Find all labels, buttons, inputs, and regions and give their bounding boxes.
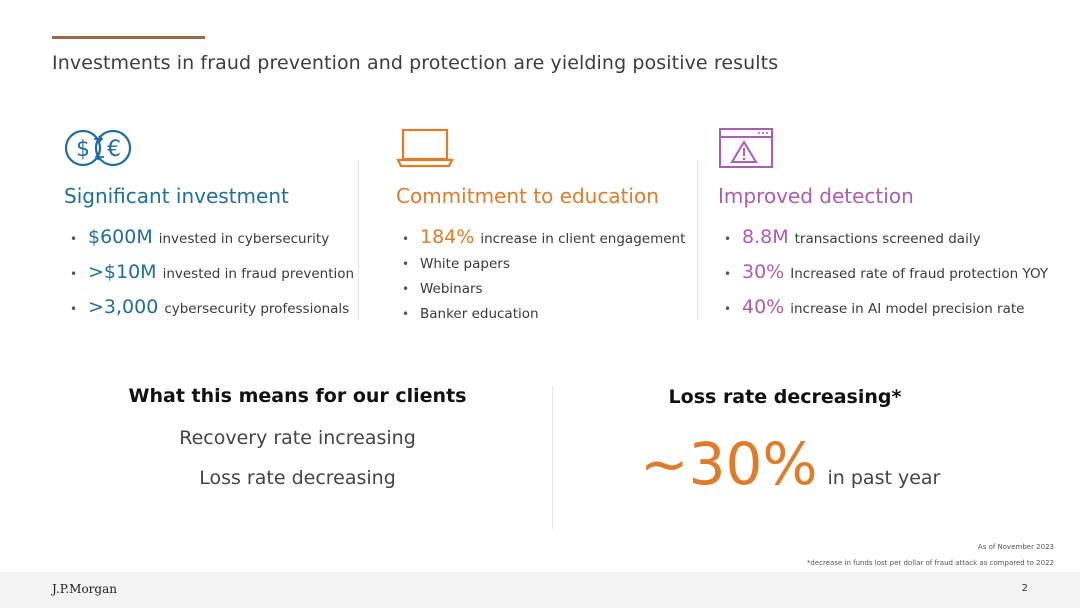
browser-warning-icon (718, 128, 790, 174)
page-number: 2 (1021, 583, 1028, 594)
panel-divider (552, 386, 553, 529)
column-improved-detection: Improved detection • 8.8M transactions scr… (718, 126, 1048, 318)
list-item: • Webinars (402, 281, 483, 297)
list-item: • >$10M invested in fraud prevention (70, 261, 355, 283)
footnote: *decrease in funds lost per dollar of fr… (806, 559, 1054, 567)
detection-list: • 8.8M transactions screened daily • 30% Inc… (718, 226, 1048, 331)
list-item: • White papers (402, 256, 510, 272)
loss-stat-suffix: in past year (827, 467, 941, 489)
as-of-note: As of November 2023 (977, 543, 1054, 551)
loss-stat: ~30% in past year (640, 430, 940, 498)
svg-text:€: € (107, 137, 121, 162)
column-commitment-education: Commitment to education • 184% increase in… (396, 126, 685, 322)
list-item: • >3,000 cybersecurity professionals (70, 296, 350, 318)
list-item: • Banker education (402, 306, 539, 322)
heading-improved-detection: Improved detection (718, 184, 914, 208)
clients-heading: What this means for our clients (128, 385, 467, 407)
title-accent-bar (52, 36, 205, 39)
laptop-icon (396, 128, 468, 174)
footer: J.P.Morgan 2 (0, 572, 1080, 608)
currency-exchange-icon: $ € (64, 129, 136, 174)
clients-panel: What this means for our clients Recovery… (120, 385, 475, 489)
education-list: • 184% increase in client engagement • Whit… (396, 226, 685, 331)
list-item: • 184% increase in client engagement (402, 226, 686, 248)
heading-commitment-education: Commitment to education (396, 184, 659, 208)
loss-stat-value: ~30% (640, 430, 818, 498)
column-significant-investment: $ € Significant investment • $600M investe… (64, 126, 354, 318)
loss-rate-panel: Loss rate decreasing* ~30% in past year (590, 386, 980, 498)
loss-heading: Loss rate decreasing* (668, 386, 902, 408)
page-title: Investments in fraud prevention and prot… (52, 52, 779, 74)
heading-significant-investment: Significant investment (64, 184, 289, 208)
list-item: • 40% increase in AI model precision rate (724, 296, 1025, 318)
jpmorgan-logo: J.P.Morgan (52, 582, 117, 596)
recovery-rate-line: Recovery rate increasing (179, 427, 416, 449)
list-item: • 30% Increased rate of fraud protection Y… (724, 261, 1049, 283)
investment-list: • $600M invested in cybersecurity • >$10M in… (64, 226, 354, 331)
column-divider (697, 160, 698, 320)
list-item: • $600M invested in cybersecurity (70, 226, 330, 248)
loss-rate-line: Loss rate decreasing (199, 467, 396, 489)
column-divider (358, 160, 359, 320)
svg-text:$: $ (76, 137, 90, 162)
list-item: • 8.8M transactions screened daily (724, 226, 981, 248)
